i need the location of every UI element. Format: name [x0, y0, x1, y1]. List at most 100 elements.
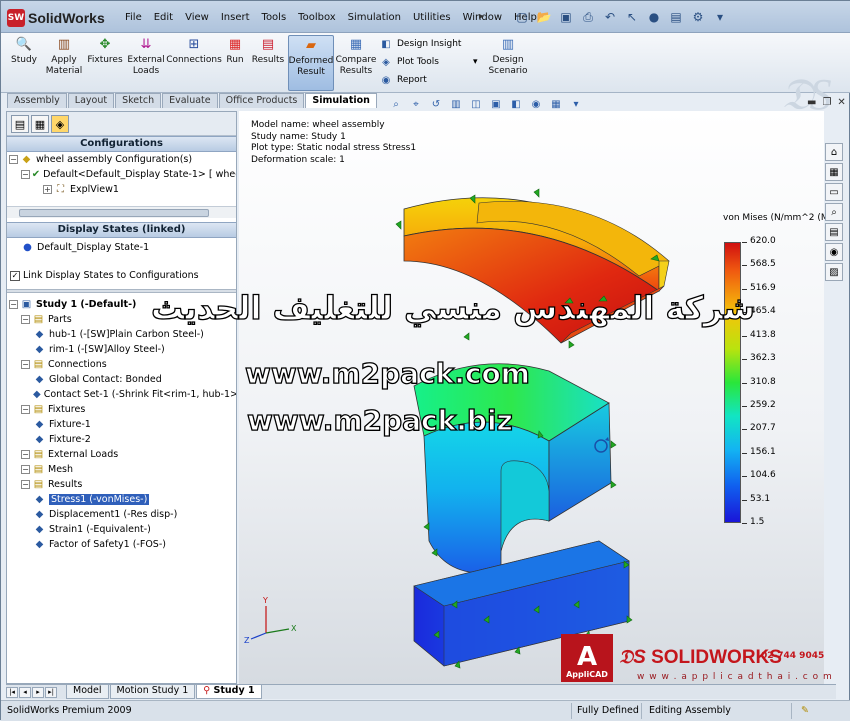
results-button[interactable]: ▤ Results — [251, 35, 285, 91]
collapse-icon[interactable]: − — [21, 360, 30, 369]
menu-edit[interactable]: Edit — [148, 12, 179, 23]
select-icon[interactable]: ↖ — [623, 8, 641, 26]
view-palette-icon[interactable]: ▤ — [825, 223, 843, 241]
study-tree-item[interactable]: ◆ Factor of Safety1 (-FOS-) — [9, 537, 236, 552]
study-tree-item[interactable]: ◆ Fixture-2 — [9, 432, 236, 447]
file-properties-icon[interactable]: ▤ — [667, 8, 685, 26]
apply-material-button[interactable]: ▥ Apply Material — [45, 35, 83, 91]
print-icon[interactable]: ⎙ — [579, 8, 597, 26]
file-explorer-icon[interactable]: ▭ — [825, 183, 843, 201]
collapse-icon[interactable]: − — [9, 300, 18, 309]
nav-prev-icon[interactable]: ◂ — [19, 686, 31, 698]
deformed-result-button[interactable]: ▰ Deformed Result — [288, 35, 334, 91]
study-tree-item[interactable]: ◆ Global Contact: Bonded — [9, 372, 236, 387]
help-dropdown-icon[interactable]: ▾ — [711, 8, 729, 26]
tab-assembly[interactable]: Assembly — [7, 93, 67, 108]
study-tree-item[interactable]: − ▤ Connections — [9, 357, 236, 372]
connections-button[interactable]: ⊞ Connections — [166, 35, 222, 91]
compare-results-button[interactable]: ▦ Compare Results — [336, 35, 377, 91]
report-button[interactable]: ◉ Report — [379, 73, 478, 87]
collapse-icon[interactable]: − — [9, 155, 18, 164]
study-button[interactable]: 🔍 Study — [7, 35, 41, 91]
menu-toolbox[interactable]: Toolbox — [292, 12, 342, 23]
nav-next-icon[interactable]: ▸ — [32, 686, 44, 698]
collapse-icon[interactable]: − — [21, 480, 30, 489]
link-display-states-checkbox[interactable]: ✓ Link Display States to Configurations — [7, 266, 236, 285]
menu-utilities[interactable]: Utilities — [407, 12, 457, 23]
study-tree-item[interactable]: ◆ Contact Set-1 (-Shrink Fit<rim-1, hub-1… — [9, 387, 236, 402]
tree-item-configurations[interactable]: − ◆ wheel assembly Configuration(s) — [9, 152, 236, 167]
view-orientation-icon[interactable]: ◫ — [469, 97, 483, 111]
menu-simulation[interactable]: Simulation — [342, 12, 407, 23]
zoom-area-icon[interactable]: ⌖ — [409, 97, 423, 111]
restore-icon[interactable]: ❐ — [822, 97, 831, 108]
app-logo[interactable]: SW SolidWorks — [7, 8, 105, 28]
study-tree-item[interactable]: ◆ Fixture-1 — [9, 417, 236, 432]
run-button[interactable]: ▦ Run — [223, 35, 247, 91]
tab-sketch[interactable]: Sketch — [115, 93, 162, 108]
collapse-icon[interactable]: − — [21, 405, 30, 414]
tree-item-explview[interactable]: + ⛶ ExplView1 — [9, 182, 236, 197]
menu-view[interactable]: View — [179, 12, 215, 23]
fixtures-button[interactable]: ✥ Fixtures — [87, 35, 123, 91]
configuration-manager-tab-icon[interactable]: ◈ — [51, 115, 69, 133]
study-tree-item[interactable]: − ▤ Fixtures — [9, 402, 236, 417]
study-tree-item[interactable]: ◆ Stress1 (-vonMises-) — [9, 492, 236, 507]
study-tree-item[interactable]: − ▤ External Loads — [9, 447, 236, 462]
edit-appearance-icon[interactable]: ◉ — [529, 97, 543, 111]
menu-file[interactable]: File — [119, 12, 148, 23]
menu-pin-icon[interactable]: ▸ — [479, 11, 484, 22]
design-library-icon[interactable]: ▦ — [825, 163, 843, 181]
section-view-icon[interactable]: ▥ — [449, 97, 463, 111]
open-icon[interactable]: 📂 — [535, 8, 553, 26]
design-insight-button[interactable]: ◧ Design Insight — [379, 37, 478, 51]
feature-manager-tab-icon[interactable]: ▤ — [11, 115, 29, 133]
previous-view-icon[interactable]: ↺ — [429, 97, 443, 111]
study-tree-item[interactable]: − ▤ Results — [9, 477, 236, 492]
nav-first-icon[interactable]: |◂ — [6, 686, 18, 698]
nav-last-icon[interactable]: ▸| — [45, 686, 57, 698]
minimize-icon[interactable]: ▬ — [807, 97, 816, 108]
close-icon[interactable]: ✕ — [837, 97, 845, 108]
appearances-icon[interactable]: ◉ — [825, 243, 843, 261]
study-tree-item[interactable]: ◆ Strain1 (-Equivalent-) — [9, 522, 236, 537]
study-tree-item[interactable]: ◆ rim-1 (-[SW]Alloy Steel-) — [9, 342, 236, 357]
study-tree-item[interactable]: − ▤ Mesh — [9, 462, 236, 477]
plot-tools-button[interactable]: ◈ Plot Tools ▾ — [379, 55, 478, 69]
tab-study-1[interactable]: ⚲ Study 1 — [196, 685, 262, 699]
collapse-icon[interactable]: − — [21, 450, 30, 459]
display-state-item[interactable]: ● Default_Display State-1 — [9, 240, 236, 255]
study-tree-item[interactable]: ◆ Displacement1 (-Res disp-) — [9, 507, 236, 522]
quick-tips-icon[interactable]: ✎ — [801, 705, 809, 716]
design-scenario-button[interactable]: ▥ Design Scenario — [485, 35, 531, 91]
collapse-icon[interactable]: − — [21, 465, 30, 474]
solidworks-resources-icon[interactable]: ⌂ — [825, 143, 843, 161]
plot-tools-dropdown-icon[interactable]: ▾ — [473, 57, 478, 67]
tab-evaluate[interactable]: Evaluate — [162, 93, 218, 108]
custom-properties-icon[interactable]: ▨ — [825, 263, 843, 281]
options-icon[interactable]: ⚙ — [689, 8, 707, 26]
save-icon[interactable]: ▣ — [557, 8, 575, 26]
display-style-icon[interactable]: ▣ — [489, 97, 503, 111]
collapse-icon[interactable]: − — [21, 315, 30, 324]
horizontal-scrollbar[interactable] — [7, 206, 236, 218]
view-settings-icon[interactable]: ▾ — [569, 97, 583, 111]
rebuild-icon[interactable]: ● — [645, 8, 663, 26]
property-manager-tab-icon[interactable]: ▦ — [31, 115, 49, 133]
tab-motion-study[interactable]: Motion Study 1 — [109, 685, 196, 699]
tab-layout[interactable]: Layout — [67, 93, 115, 108]
tab-office-products[interactable]: Office Products — [218, 93, 305, 108]
new-icon[interactable]: ▢ — [513, 8, 531, 26]
tab-simulation[interactable]: Simulation — [305, 93, 377, 108]
apply-scene-icon[interactable]: ▦ — [549, 97, 563, 111]
scrollbar-thumb[interactable] — [19, 209, 209, 217]
tab-model[interactable]: Model — [66, 685, 109, 699]
menu-tools[interactable]: Tools — [256, 12, 293, 23]
zoom-fit-icon[interactable]: ⌕ — [389, 97, 403, 111]
external-loads-button[interactable]: ⇊ External Loads — [127, 35, 165, 91]
collapse-icon[interactable]: − — [21, 170, 30, 179]
study-tree-item[interactable]: ◆ hub-1 (-[SW]Plain Carbon Steel-) — [9, 327, 236, 342]
tree-item-default-config[interactable]: − ✔ Default<Default_Display State-1> [ whe… — [9, 167, 236, 182]
expand-icon[interactable]: + — [43, 185, 52, 194]
search-icon[interactable]: ⌕ — [825, 203, 843, 221]
